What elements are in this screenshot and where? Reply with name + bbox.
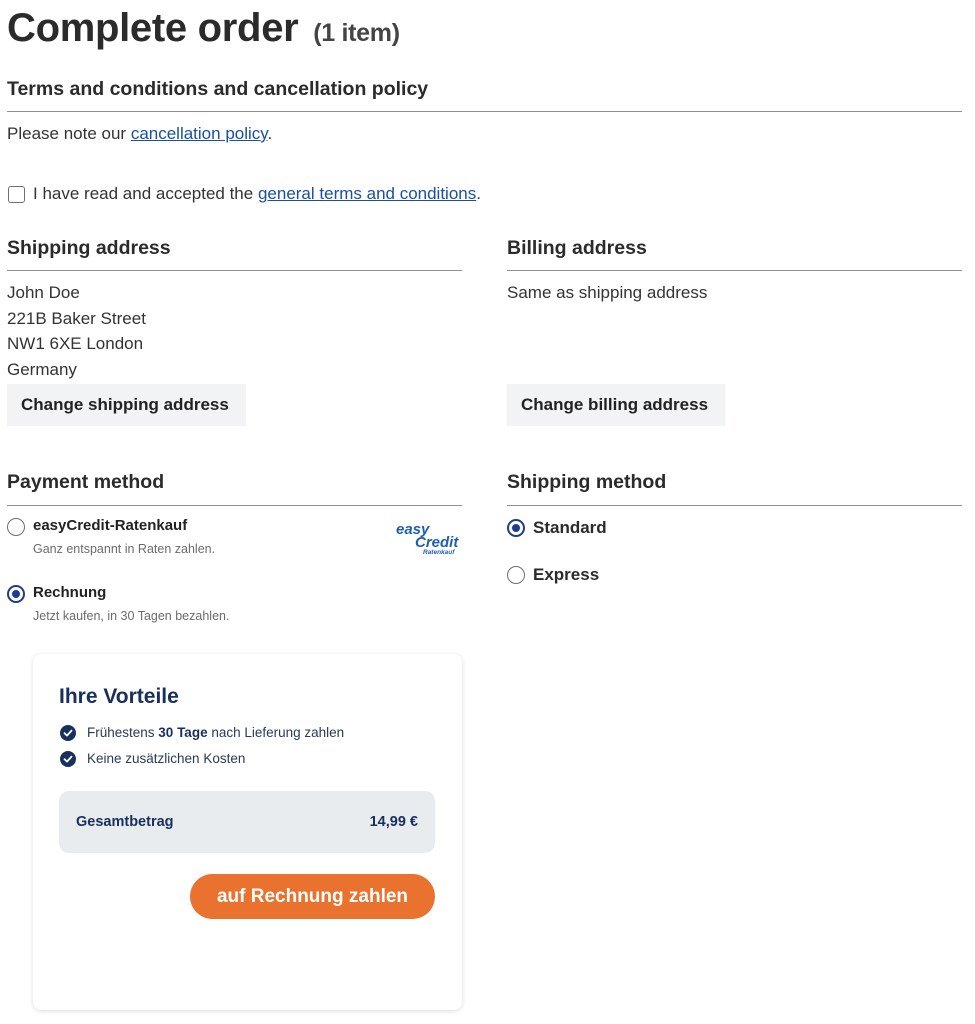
accept-terms-suffix: . <box>476 184 481 203</box>
benefit-item-payment-term: Frühestens 30 Tage nach Lieferung zahlen <box>87 724 344 742</box>
payment-option-easycredit-desc: Ganz entspannt in Raten zahlen. <box>33 542 216 556</box>
payment-method-divider <box>7 505 462 506</box>
cancellation-note: Please note our cancellation policy. <box>7 123 272 145</box>
change-shipping-address-button[interactable]: Change shipping address <box>7 384 246 426</box>
check-circle-icon <box>60 725 76 741</box>
item-count: (1 item) <box>313 19 400 47</box>
payment-method-heading: Payment method <box>7 471 165 493</box>
benefit-1-suffix: nach Lieferung zahlen <box>207 725 345 740</box>
cancellation-policy-link[interactable]: cancellation policy <box>131 124 268 143</box>
payment-option-rechnung-title[interactable]: Rechnung <box>33 584 106 602</box>
shipping-option-standard-radio[interactable] <box>507 519 525 537</box>
accept-terms-label: I have read and accepted the general ter… <box>33 183 481 205</box>
payment-option-easycredit-title[interactable]: easyCredit-Ratenkauf <box>33 517 187 535</box>
billing-address-divider <box>507 270 962 271</box>
shipping-method-divider <box>507 505 962 506</box>
benefits-title: Ihre Vorteile <box>59 685 179 708</box>
page-title: Complete order (1 item) <box>7 4 400 57</box>
shipping-option-express-radio[interactable] <box>507 566 525 584</box>
page-title-text: Complete order <box>7 6 299 50</box>
shipping-address-country: Germany <box>7 360 77 379</box>
check-circle-icon <box>60 751 76 767</box>
shipping-address-divider <box>7 270 462 271</box>
payment-option-easycredit-radio[interactable] <box>7 518 25 536</box>
cancellation-note-suffix: . <box>267 124 273 143</box>
shipping-method-heading: Shipping method <box>507 471 667 493</box>
shipping-option-express-label[interactable]: Express <box>533 564 599 586</box>
accept-terms-checkbox[interactable] <box>8 186 25 203</box>
billing-address-heading: Billing address <box>507 237 647 259</box>
shipping-option-standard-label[interactable]: Standard <box>533 517 607 539</box>
payment-option-rechnung-radio[interactable] <box>7 585 25 603</box>
terms-heading: Terms and conditions and cancellation po… <box>7 78 429 100</box>
shipping-address-name: John Doe <box>7 283 80 302</box>
benefit-item-no-costs: Keine zusätzlichen Kosten <box>87 750 245 768</box>
shipping-address-heading: Shipping address <box>7 237 171 259</box>
billing-address-text: Same as shipping address <box>507 283 708 302</box>
benefit-1-prefix: Frühestens <box>87 725 159 740</box>
total-value: 14,99 € <box>369 814 418 830</box>
easycredit-logo: easy Credit Ratenkauf <box>396 521 459 556</box>
shipping-address-street: 221B Baker Street <box>7 309 146 328</box>
terms-divider <box>7 111 962 112</box>
easycredit-logo-ratenkauf: Ratenkauf <box>423 549 455 556</box>
general-terms-link[interactable]: general terms and conditions <box>258 184 476 203</box>
change-billing-address-button[interactable]: Change billing address <box>507 384 725 426</box>
cancellation-note-prefix: Please note our <box>7 124 131 143</box>
payment-option-rechnung-desc: Jetzt kaufen, in 30 Tagen bezahlen. <box>33 609 230 623</box>
shipping-address-city: NW1 6XE London <box>7 334 144 353</box>
total-label: Gesamtbetrag <box>76 814 174 830</box>
accept-terms-prefix: I have read and accepted the <box>33 184 258 203</box>
pay-by-invoice-button[interactable]: auf Rechnung zahlen <box>190 874 435 919</box>
benefit-2-prefix: Keine zusätzlichen Kosten <box>87 751 246 766</box>
benefit-1-bold: 30 Tage <box>158 725 208 740</box>
